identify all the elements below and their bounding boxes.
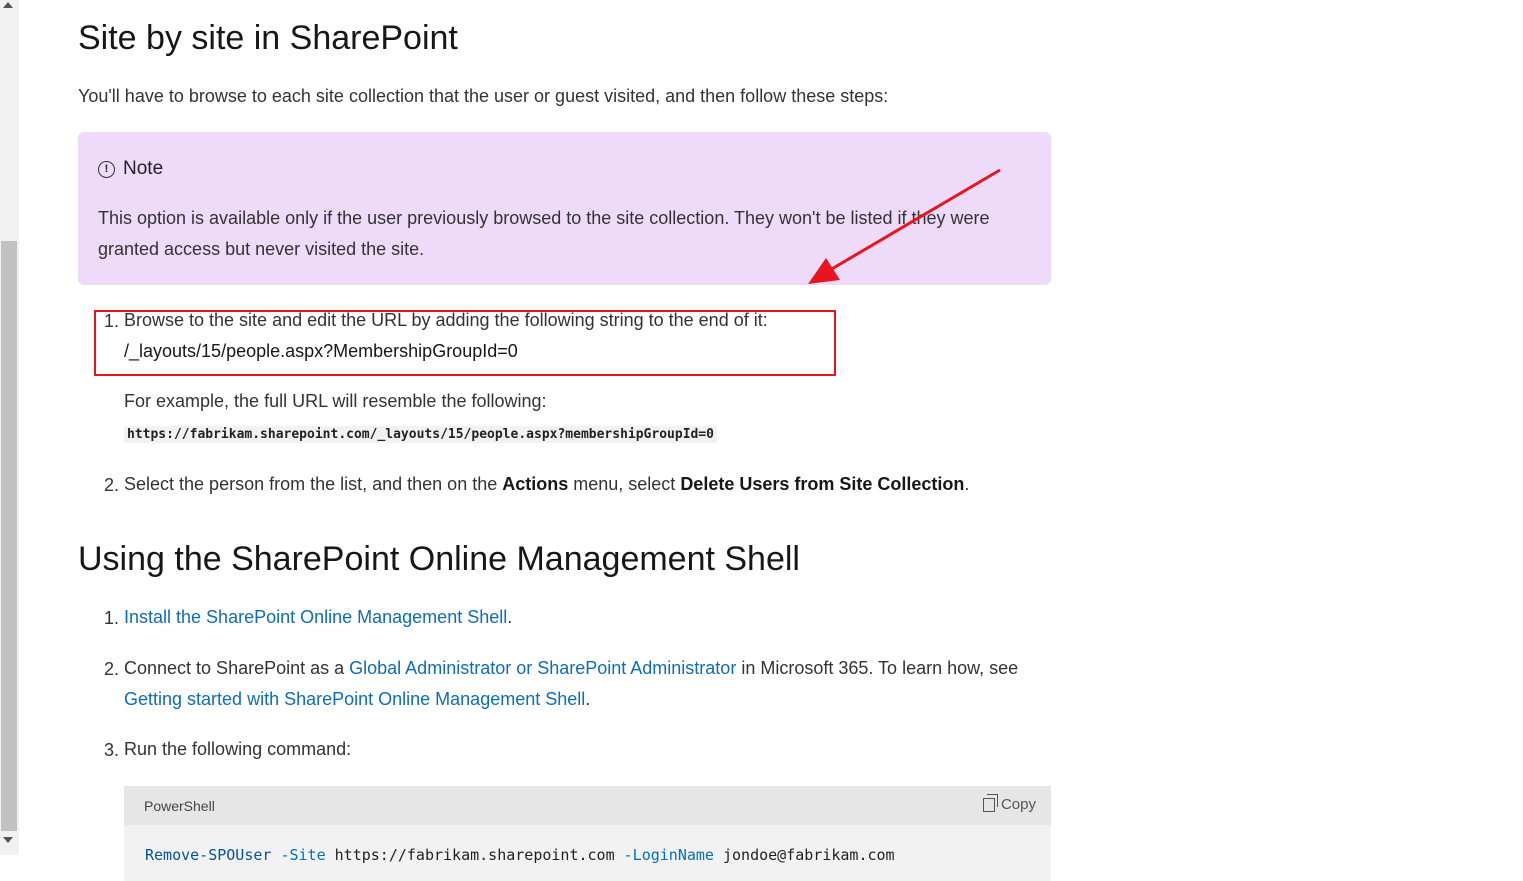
annotation-arrow-icon <box>808 168 1001 284</box>
